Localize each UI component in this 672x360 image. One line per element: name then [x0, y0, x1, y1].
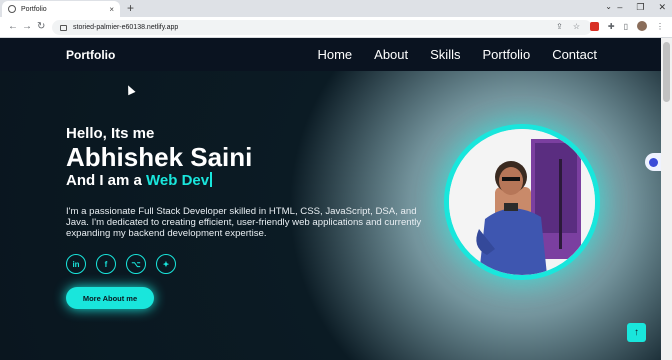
chat-widget-icon[interactable]	[645, 153, 661, 171]
site-brand[interactable]: Portfolio	[66, 48, 115, 62]
close-window-icon[interactable]: ✕	[658, 2, 666, 13]
share-icon[interactable]: ⇪	[556, 22, 563, 31]
minimize-icon[interactable]: –	[617, 2, 622, 13]
url-text: storied-palmier-e60138.netlify.app	[73, 24, 179, 31]
new-tab-button[interactable]: +	[127, 1, 134, 15]
social-links: in f ⌥ ✦	[66, 254, 176, 274]
hero-name: Abhishek Saini	[66, 142, 253, 172]
profile-avatar[interactable]	[637, 21, 647, 31]
mouse-cursor-icon	[124, 83, 136, 96]
role-highlight: Web Dev	[146, 172, 210, 189]
side-panel-icon[interactable]: ▯	[624, 22, 628, 31]
extensions-area: ✚ ▯ ⋮	[589, 21, 664, 31]
address-bar-actions: ⇪ ☆	[556, 22, 580, 31]
more-about-me-button[interactable]: More About me	[66, 287, 154, 309]
typing-caret	[210, 172, 213, 187]
hero-greeting: Hello, Its me	[66, 125, 155, 142]
back-icon[interactable]: ←	[8, 21, 18, 32]
nav-link-about[interactable]: About	[374, 47, 408, 62]
address-bar[interactable]: storied-palmier-e60138.netlify.app	[52, 20, 592, 35]
page-scrollbar[interactable]	[661, 38, 672, 360]
linkedin-icon[interactable]: in	[66, 254, 86, 274]
globe-icon	[8, 5, 16, 13]
github-icon[interactable]: ⌥	[126, 254, 146, 274]
scrollbar-thumb[interactable]	[663, 42, 670, 102]
nav-link-portfolio[interactable]: Portfolio	[482, 47, 530, 62]
nav-link-skills[interactable]: Skills	[430, 47, 460, 62]
browser-menu-icon[interactable]: ⋮	[656, 22, 664, 31]
nav-link-home[interactable]: Home	[317, 47, 352, 62]
profile-photo-illustration	[449, 129, 595, 275]
facebook-icon[interactable]: f	[96, 254, 116, 274]
tab-title: Portfolio	[21, 5, 47, 13]
extension-icon[interactable]	[589, 21, 599, 31]
reload-icon[interactable]: ↻	[37, 21, 45, 32]
profile-photo	[444, 124, 600, 280]
window-controls: – ❐ ✕	[617, 2, 666, 13]
forward-icon[interactable]: →	[22, 21, 32, 32]
puzzle-extensions-icon[interactable]: ✚	[608, 22, 615, 31]
tab-search-icon[interactable]: ⌄	[605, 2, 612, 11]
maximize-icon[interactable]: ❐	[636, 2, 644, 13]
lock-icon	[60, 24, 67, 31]
hero-role: And I am a Web Dev	[66, 172, 213, 189]
site-menu: Home About Skills Portfolio Contact	[317, 47, 597, 62]
scroll-to-top-button[interactable]: ↑	[627, 323, 646, 342]
bookmark-star-icon[interactable]: ☆	[573, 22, 580, 31]
browser-tab[interactable]: Portfolio ×	[2, 1, 120, 17]
role-prefix: And I am a	[66, 172, 147, 189]
close-tab-icon[interactable]: ×	[109, 5, 114, 14]
portfolio-page: Portfolio Home About Skills Portfolio Co…	[0, 38, 661, 360]
browser-tab-bar: Portfolio × + ⌄ – ❐ ✕	[0, 0, 672, 17]
nav-link-contact[interactable]: Contact	[552, 47, 597, 62]
twitter-icon[interactable]: ✦	[156, 254, 176, 274]
browser-toolbar: ← → ↻ storied-palmier-e60138.netlify.app…	[0, 17, 672, 38]
hero-bio: I'm a passionate Full Stack Developer sk…	[66, 206, 422, 239]
site-navbar: Portfolio Home About Skills Portfolio Co…	[0, 38, 661, 71]
